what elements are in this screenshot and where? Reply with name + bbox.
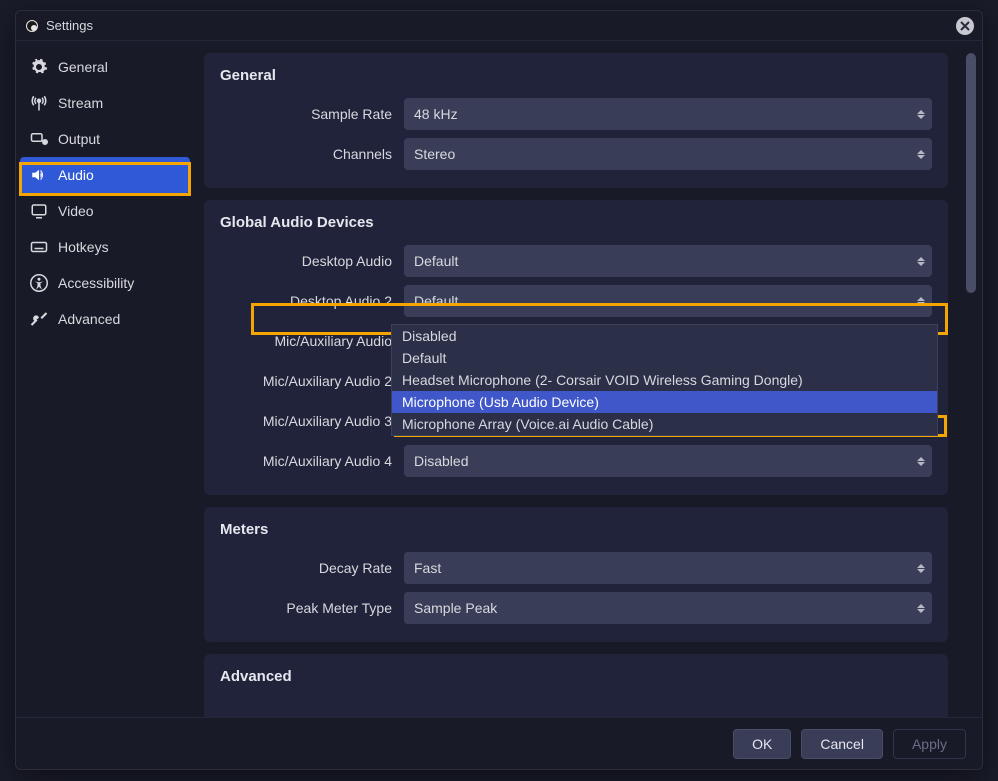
dropdown-option[interactable]: Microphone Array (Voice.ai Audio Cable): [392, 413, 937, 435]
select-value: Default: [414, 293, 458, 309]
select-decay-rate[interactable]: Fast: [404, 552, 932, 584]
monitor-icon: [30, 202, 48, 220]
sidebar-item-hotkeys[interactable]: Hotkeys: [20, 229, 190, 265]
section-title: General: [220, 67, 932, 84]
close-button[interactable]: [956, 17, 974, 35]
row-channels: Channels Stereo: [220, 138, 932, 170]
sidebar-item-accessibility[interactable]: Accessibility: [20, 265, 190, 301]
select-value: 48 kHz: [414, 106, 458, 122]
label-desktop-audio-2: Desktop Audio 2: [220, 293, 392, 309]
select-peak-meter[interactable]: Sample Peak: [404, 592, 932, 624]
sidebar-item-label: Video: [58, 203, 94, 219]
window-title: Settings: [46, 18, 93, 33]
output-icon: [30, 130, 48, 148]
select-value: Disabled: [414, 453, 468, 469]
label-sample-rate: Sample Rate: [220, 106, 392, 122]
label-mic-aux-3: Mic/Auxiliary Audio 3: [220, 413, 392, 429]
ok-button[interactable]: OK: [733, 729, 791, 759]
button-label: OK: [752, 736, 772, 752]
select-sample-rate[interactable]: 48 kHz: [404, 98, 932, 130]
tools-icon: [30, 310, 48, 328]
spinner-icon: [914, 249, 928, 273]
accessibility-icon: [30, 274, 48, 292]
select-value: Fast: [414, 560, 441, 576]
sidebar-item-advanced[interactable]: Advanced: [20, 301, 190, 337]
dropdown-option[interactable]: Disabled: [392, 325, 937, 347]
scrollbar-thumb[interactable]: [966, 53, 976, 293]
section-meters: Meters Decay Rate Fast Peak Meter Type S…: [204, 507, 948, 642]
section-title: Global Audio Devices: [220, 214, 932, 231]
sidebar-item-audio[interactable]: Audio: [20, 157, 190, 193]
spinner-icon: [914, 142, 928, 166]
sidebar-item-label: General: [58, 59, 108, 75]
button-label: Apply: [912, 736, 947, 752]
mic-aux-dropdown[interactable]: DisabledDefaultHeadset Microphone (2- Co…: [391, 324, 938, 436]
sidebar: General Stream Output Audio Video Hotkey…: [16, 41, 192, 717]
row-sample-rate: Sample Rate 48 kHz: [220, 98, 932, 130]
apply-button[interactable]: Apply: [893, 729, 966, 759]
row-peak-meter: Peak Meter Type Sample Peak: [220, 592, 932, 624]
gear-icon: [30, 58, 48, 76]
dropdown-option[interactable]: Microphone (Usb Audio Device): [392, 391, 937, 413]
main-panel: General Sample Rate 48 kHz Channels Ster…: [192, 41, 982, 717]
row-desktop-audio-2: Desktop Audio 2 Default: [220, 285, 932, 317]
settings-window: Settings General Stream Output Audio: [15, 10, 983, 770]
label-channels: Channels: [220, 146, 392, 162]
sidebar-item-label: Audio: [58, 167, 94, 183]
select-channels[interactable]: Stereo: [404, 138, 932, 170]
label-mic-aux: Mic/Auxiliary Audio: [220, 333, 392, 349]
dropdown-option[interactable]: Default: [392, 347, 937, 369]
dropdown-option[interactable]: Headset Microphone (2- Corsair VOID Wire…: [392, 369, 937, 391]
select-desktop-audio-2[interactable]: Default: [404, 285, 932, 317]
sidebar-item-video[interactable]: Video: [20, 193, 190, 229]
select-value: Sample Peak: [414, 600, 497, 616]
section-title: Meters: [220, 521, 932, 538]
section-general: General Sample Rate 48 kHz Channels Ster…: [204, 53, 948, 188]
sidebar-item-label: Advanced: [58, 311, 120, 327]
section-advanced: Advanced: [204, 654, 948, 717]
dialog-body: General Stream Output Audio Video Hotkey…: [16, 41, 982, 717]
label-decay-rate: Decay Rate: [220, 560, 392, 576]
select-desktop-audio[interactable]: Default: [404, 245, 932, 277]
spinner-icon: [914, 102, 928, 126]
antenna-icon: [30, 94, 48, 112]
titlebar: Settings: [16, 11, 982, 41]
label-mic-aux-2: Mic/Auxiliary Audio 2: [220, 373, 392, 389]
spinner-icon: [914, 596, 928, 620]
cancel-button[interactable]: Cancel: [801, 729, 883, 759]
sidebar-item-label: Stream: [58, 95, 103, 111]
speaker-icon: [30, 166, 48, 184]
select-mic-aux-4[interactable]: Disabled: [404, 445, 932, 477]
row-decay-rate: Decay Rate Fast: [220, 552, 932, 584]
row-desktop-audio: Desktop Audio Default: [220, 245, 932, 277]
select-value: Stereo: [414, 146, 455, 162]
dialog-footer: OK Cancel Apply: [16, 717, 982, 769]
section-title: Advanced: [220, 668, 932, 685]
spinner-icon: [914, 449, 928, 473]
keyboard-icon: [30, 238, 48, 256]
sidebar-item-stream[interactable]: Stream: [20, 85, 190, 121]
label-mic-aux-4: Mic/Auxiliary Audio 4: [220, 453, 392, 469]
spinner-icon: [914, 289, 928, 313]
sidebar-item-label: Hotkeys: [58, 239, 109, 255]
button-label: Cancel: [820, 736, 864, 752]
sidebar-item-label: Output: [58, 131, 100, 147]
sidebar-item-label: Accessibility: [58, 275, 134, 291]
sidebar-item-output[interactable]: Output: [20, 121, 190, 157]
select-value: Default: [414, 253, 458, 269]
scrollbar[interactable]: [966, 53, 976, 705]
spinner-icon: [914, 556, 928, 580]
row-mic-aux-4: Mic/Auxiliary Audio 4 Disabled: [220, 445, 932, 477]
sidebar-item-general[interactable]: General: [20, 49, 190, 85]
app-icon: [24, 18, 40, 34]
label-peak-meter: Peak Meter Type: [220, 600, 392, 616]
label-desktop-audio: Desktop Audio: [220, 253, 392, 269]
